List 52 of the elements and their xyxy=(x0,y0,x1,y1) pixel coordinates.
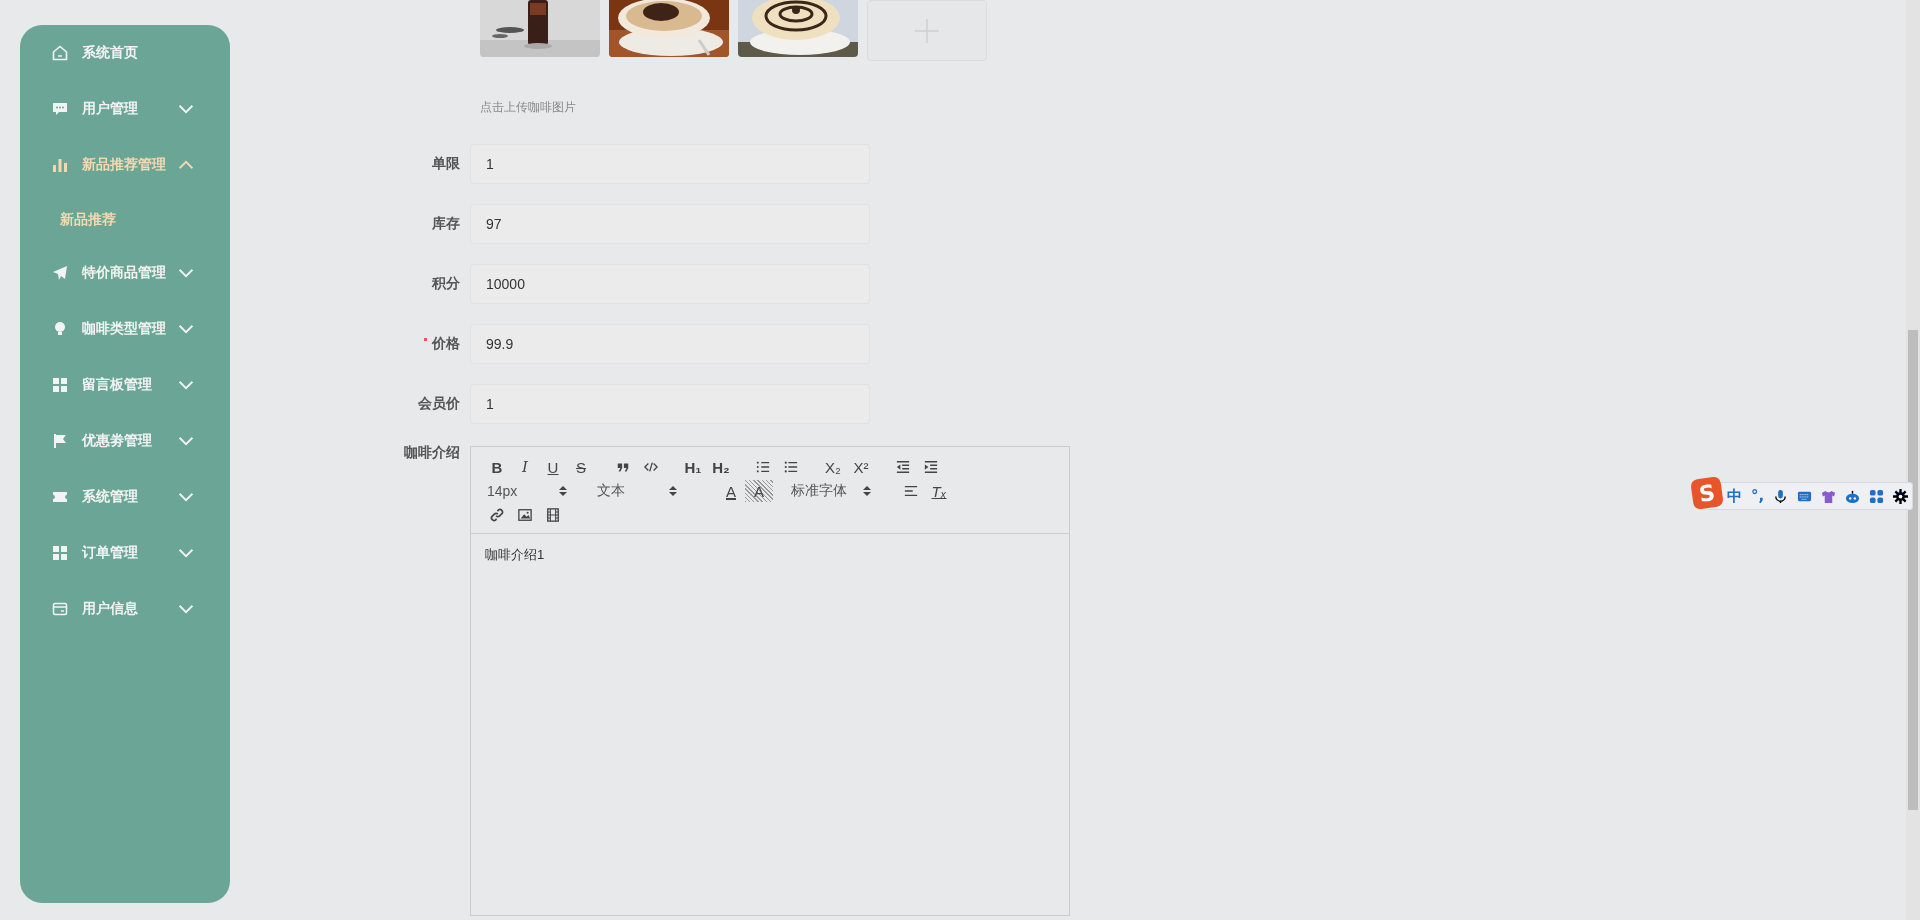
robot-icon[interactable] xyxy=(1845,488,1861,504)
chat-icon xyxy=(52,101,68,117)
format-button[interactable]: S xyxy=(567,456,595,478)
dropdown[interactable]: 标准字体 xyxy=(787,481,897,501)
upload-hint: 点击上传咖啡图片 xyxy=(480,99,576,116)
format-button[interactable]: H₁ xyxy=(679,456,707,478)
field-label: 库存 xyxy=(431,215,461,233)
ime-button[interactable]: °, xyxy=(1751,487,1765,505)
editor-text: 咖啡介绍1 xyxy=(484,546,546,564)
input-field[interactable]: 97 xyxy=(470,204,870,244)
format-button[interactable]: B xyxy=(483,456,511,478)
input-field[interactable]: 1 xyxy=(470,384,870,424)
field-label: 价格 xyxy=(370,335,470,353)
ime-logo[interactable]: S xyxy=(1690,476,1724,510)
shirt-icon[interactable] xyxy=(1821,488,1837,504)
field-label: 会员价 xyxy=(417,395,461,413)
sort-arrows-icon xyxy=(863,485,871,497)
plus-icon xyxy=(914,17,940,44)
card-icon xyxy=(52,601,68,617)
input-field[interactable]: 1 xyxy=(470,144,870,184)
paper-plane-icon xyxy=(52,265,68,281)
sort-arrows-icon xyxy=(669,485,677,497)
format-button[interactable]: A xyxy=(717,480,745,502)
format-button[interactable]: H₂ xyxy=(707,456,735,478)
home-icon xyxy=(52,45,68,61)
format-button[interactable]: A xyxy=(745,480,773,502)
required-icon xyxy=(423,337,428,342)
gear-icon[interactable] xyxy=(1893,488,1909,504)
grid-icon xyxy=(52,545,68,561)
rich-text-editor[interactable]: B I U S H₁ H₂ X₂ X² 14px 文本 A A 标准字体 Tₓ 咖啡介绍1 xyxy=(470,446,1070,916)
format-button[interactable]: U xyxy=(539,456,567,478)
apps-icon[interactable] xyxy=(1869,488,1885,504)
scrollbar-thumb[interactable] xyxy=(1908,330,1918,810)
field-label: 咖啡介绍 xyxy=(403,444,461,462)
format-button[interactable]: X² xyxy=(847,456,875,478)
format-button[interactable]: Tₓ xyxy=(925,480,953,502)
bar-chart-icon xyxy=(52,157,68,173)
microphone-icon[interactable] xyxy=(1773,488,1789,504)
flag-icon xyxy=(52,433,68,449)
input-field[interactable]: 10000 xyxy=(470,264,870,304)
dropdown[interactable]: 14px xyxy=(483,482,593,500)
sort-arrows-icon xyxy=(559,485,567,497)
format-button[interactable]: I xyxy=(511,456,539,478)
ticket-icon xyxy=(52,489,68,505)
bulb-icon xyxy=(52,321,68,337)
format-button[interactable]: X₂ xyxy=(819,456,847,478)
field-label: 积分 xyxy=(430,275,461,293)
dropdown[interactable]: 文本 xyxy=(593,481,703,501)
ime-button[interactable]: 中 xyxy=(1727,486,1742,506)
field-label: 单限 xyxy=(431,155,461,173)
input-field[interactable]: 99.9 xyxy=(470,324,870,364)
grid-icon xyxy=(52,377,68,393)
